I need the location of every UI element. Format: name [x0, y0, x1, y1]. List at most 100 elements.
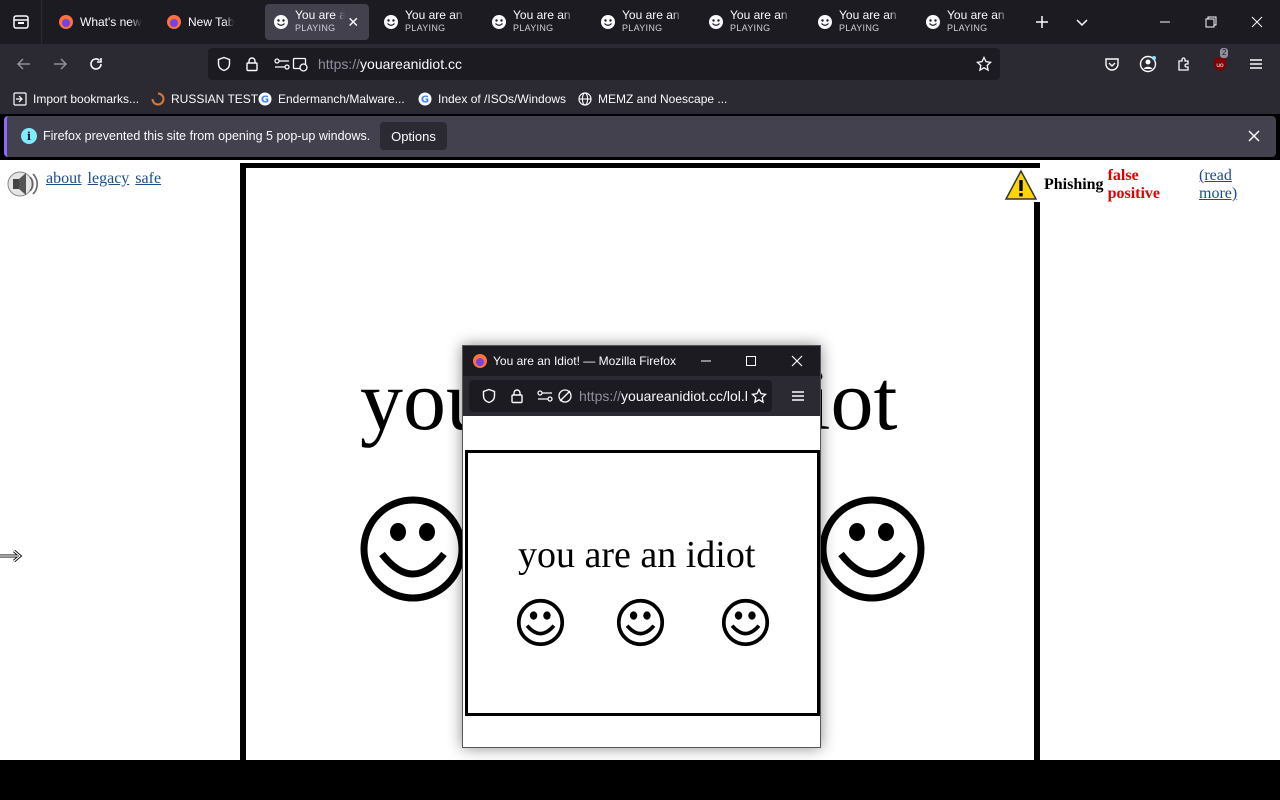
- extensions-button[interactable]: [1170, 50, 1198, 78]
- popup-headline: you are an idiot: [518, 534, 756, 576]
- pocket-button[interactable]: [1098, 50, 1126, 78]
- tab-title: You are an Idiot!: [839, 9, 901, 22]
- popup-minimize-button[interactable]: [694, 349, 718, 373]
- bookmark-import[interactable]: Import bookmarks...: [12, 90, 139, 108]
- bookmark-star-icon[interactable]: [747, 384, 771, 408]
- popup-menu-button[interactable]: [786, 384, 810, 408]
- tab-title: You are an Idiot!: [730, 9, 792, 22]
- popup-blocked-notification: i Firefox prevented this site from openi…: [4, 116, 1276, 157]
- tab-title: You are an Idiot!: [513, 9, 575, 22]
- lock-icon[interactable]: [240, 52, 264, 76]
- popup-maximize-button[interactable]: [739, 349, 763, 373]
- close-icon: [791, 355, 803, 367]
- phishing-label: Phishing: [1043, 176, 1104, 193]
- svg-text:G: G: [261, 95, 269, 106]
- popup-url-text[interactable]: https://youareanidiot.cc/lol.html: [579, 388, 771, 404]
- tab-you-are-an-idiot[interactable]: You are an Idiot!PLAYING: [809, 4, 909, 40]
- globe-icon: [577, 91, 593, 107]
- puzzle-icon: [1178, 57, 1189, 71]
- reload-icon: [90, 58, 102, 70]
- tab-you-are-an-idiot[interactable]: You are an Idiot!PLAYING: [375, 4, 475, 40]
- tab-you-are-an-idiot[interactable]: You are an Idiot!PLAYING: [917, 4, 1017, 40]
- tracking-protection-shield-icon[interactable]: [477, 384, 501, 408]
- speaker-icon[interactable]: [6, 168, 40, 200]
- popup-titlebar[interactable]: You are an Idiot! — Mozilla Firefox: [463, 346, 820, 376]
- hamburger-menu-icon: [792, 391, 804, 401]
- tab-title: You are an Idiot!: [295, 9, 346, 22]
- plus-icon: [1036, 16, 1048, 28]
- notification-close-button[interactable]: [1242, 124, 1266, 148]
- google-icon: G: [417, 91, 433, 107]
- back-button[interactable]: [10, 50, 38, 78]
- list-all-tabs-button[interactable]: [1068, 8, 1096, 36]
- tab-playing-label: PLAYING: [405, 23, 446, 33]
- smiley-face-right: [819, 496, 925, 602]
- bookmark-endermanch-malware[interactable]: G Endermanch/Malware...: [257, 90, 405, 108]
- close-icon: [1251, 16, 1263, 28]
- new-tab-button[interactable]: [1028, 8, 1056, 36]
- phishing-notice: Phishing false positive (read more): [1004, 167, 1280, 203]
- safe-link[interactable]: safe: [135, 170, 161, 187]
- bookmark-label: RUSSIAN TEST: [171, 92, 259, 106]
- smiley-icon: [926, 15, 940, 29]
- tab-you-are-an-idiot-active[interactable]: You are an Idiot!PLAYING ✕: [265, 4, 369, 40]
- minimize-icon: [701, 360, 711, 362]
- notification-message: Firefox prevented this site from opening…: [43, 129, 371, 143]
- bookmark-memz-noescape[interactable]: MEMZ and Noescape ...: [577, 90, 727, 108]
- about-link[interactable]: about: [46, 170, 82, 187]
- tab-you-are-an-idiot[interactable]: You are an Idiot!PLAYING: [700, 4, 800, 40]
- bookmark-isos-windows[interactable]: G Index of /ISOs/Windows: [417, 90, 566, 108]
- read-more-link[interactable]: (read more): [1199, 167, 1274, 203]
- ublock-origin-button[interactable]: uo 2: [1206, 48, 1234, 78]
- firefox-view-icon: [12, 15, 29, 29]
- reload-button[interactable]: [82, 50, 110, 78]
- popup-close-button[interactable]: [785, 349, 809, 373]
- url-scheme: https://: [318, 56, 361, 72]
- close-tab-icon[interactable]: ✕: [345, 14, 361, 31]
- restore-button[interactable]: [1197, 8, 1225, 36]
- loading-icon: [150, 91, 166, 107]
- bookmark-label: Import bookmarks...: [33, 92, 140, 106]
- tab-playing-label: PLAYING: [513, 23, 554, 33]
- tab-bar: What's new New Tab You are an Idiot!PLAY…: [0, 0, 1280, 44]
- url-bar[interactable]: https://youareanidiot.cc: [208, 48, 1000, 80]
- autoplay-blocked-icon[interactable]: [553, 384, 577, 408]
- close-window-button[interactable]: [1243, 8, 1271, 36]
- tab-you-are-an-idiot[interactable]: You are an Idiot!PLAYING: [483, 4, 583, 40]
- tracking-protection-shield-icon[interactable]: [212, 52, 236, 76]
- tab-you-are-an-idiot[interactable]: You are an Idiot!PLAYING: [592, 4, 692, 40]
- arrow-right-icon: [54, 58, 68, 70]
- bookmark-russian-test[interactable]: RUSSIAN TEST: [150, 90, 258, 108]
- url-scheme: https://: [579, 388, 622, 404]
- notification-options-button[interactable]: Options: [380, 122, 447, 150]
- popup-url-bar[interactable]: https://youareanidiot.cc/lol.html: [469, 380, 772, 412]
- url-text[interactable]: https://youareanidiot.cc: [318, 56, 462, 72]
- restore-icon: [1205, 16, 1217, 28]
- forward-button[interactable]: [46, 50, 74, 78]
- smiley-icon: [274, 15, 288, 29]
- firefox-view-button[interactable]: [0, 0, 42, 44]
- popup-content-frame: [465, 450, 820, 716]
- account-button[interactable]: [1134, 50, 1162, 78]
- minimize-button[interactable]: [1151, 8, 1179, 36]
- tab-title: You are an Idiot!: [622, 9, 684, 22]
- firefox-icon: [167, 15, 181, 29]
- firefox-icon: [473, 354, 487, 368]
- lock-icon[interactable]: [505, 384, 529, 408]
- account-icon: [1139, 55, 1157, 73]
- popup-window-title: You are an Idiot! — Mozilla Firefox: [493, 354, 676, 368]
- bookmark-label: MEMZ and Noescape ...: [598, 92, 728, 106]
- false-positive-label: false positive: [1107, 167, 1161, 202]
- svg-text:G: G: [421, 95, 429, 106]
- legacy-link[interactable]: legacy: [88, 170, 130, 187]
- autoplay-permission-icon[interactable]: [288, 52, 312, 76]
- tab-new-tab[interactable]: New Tab: [158, 4, 258, 40]
- resize-cursor-icon: [0, 549, 23, 563]
- bookmark-star-icon[interactable]: [972, 52, 996, 76]
- google-icon: G: [257, 91, 273, 107]
- tab-title: What's new: [80, 15, 142, 29]
- top-links: about legacy safe: [46, 170, 163, 188]
- tab-whats-new[interactable]: What's new: [50, 4, 154, 40]
- app-menu-button[interactable]: [1242, 50, 1270, 78]
- popup-smiley-3: [721, 598, 770, 647]
